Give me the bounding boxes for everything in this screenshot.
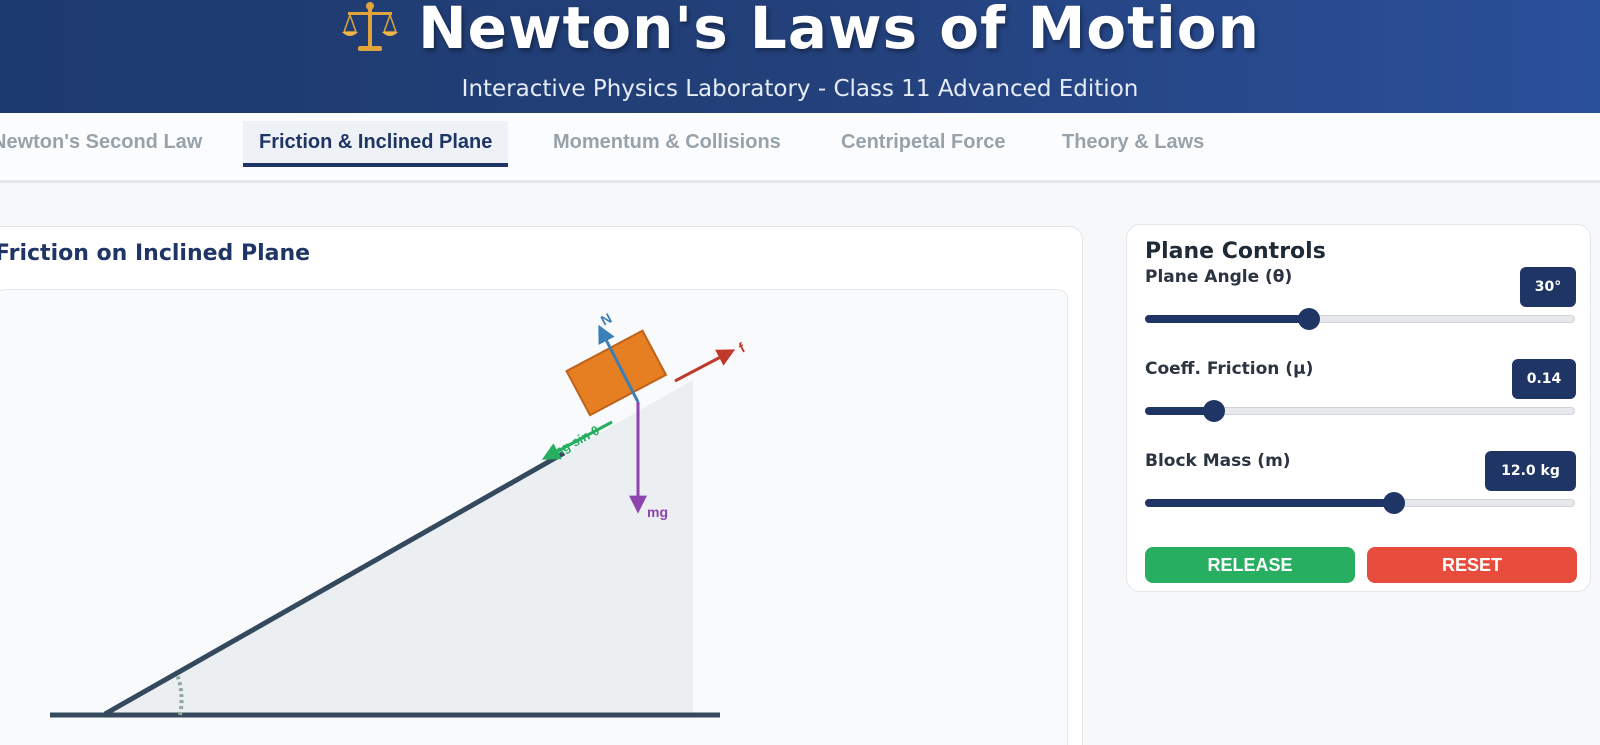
tab-friction-inclined-plane[interactable]: Friction & Inclined Plane [243, 121, 509, 167]
tab-newtons-second-law[interactable]: Newton's Second Law [0, 121, 202, 167]
app-subtitle: Interactive Physics Laboratory - Class 1… [461, 76, 1139, 102]
plane-angle-slider-fill [1145, 315, 1308, 323]
friction-coefficient-value: 0.14 [1512, 359, 1576, 399]
tab-bar: Newton's Second Law Friction & Inclined … [0, 113, 1600, 183]
block-mass-slider[interactable] [1145, 492, 1575, 514]
controls-title: Plane Controls [1145, 239, 1326, 264]
title-row: Newton's Laws of Motion [0, 0, 1600, 68]
friction-coefficient-slider-thumb[interactable] [1203, 400, 1226, 422]
plane-angle-value: 30° [1520, 267, 1576, 307]
block-mass-slider-thumb[interactable] [1383, 492, 1406, 514]
block-mass-value: 12.0 kg [1485, 451, 1576, 491]
plane-angle-label: Plane Angle (θ) [1145, 267, 1293, 287]
friction-force-arrow [674, 349, 736, 383]
simulation-panel: Friction on Inclined Plane N f mg mg sin… [0, 226, 1083, 745]
tab-momentum-collisions[interactable]: Momentum & Collisions [553, 121, 781, 167]
plane-angle-slider[interactable] [1145, 308, 1575, 330]
normal-force-label: N [598, 310, 614, 329]
tab-theory-laws[interactable]: Theory & Laws [1062, 121, 1204, 167]
balance-scale-icon [342, 2, 399, 51]
tab-centripetal-force[interactable]: Centripetal Force [841, 121, 1005, 167]
plane-controls-panel: Plane Controls Plane Angle (θ) 30° Coeff… [1126, 224, 1591, 592]
release-button[interactable]: RELEASE [1145, 547, 1355, 583]
friction-force-label: f [736, 339, 748, 355]
incline-diagram: N f mg mg sin θ [50, 310, 748, 718]
block-mass-label: Block Mass (m) [1145, 451, 1291, 471]
simulation-canvas: N f mg mg sin θ [0, 289, 1068, 745]
reset-button[interactable]: RESET [1367, 547, 1577, 583]
weight-label: mg [647, 504, 668, 520]
block-mass-slider-fill [1145, 499, 1394, 507]
app-header: Newton's Laws of Motion Interactive Phys… [0, 0, 1600, 113]
plane-angle-slider-thumb[interactable] [1297, 308, 1320, 330]
friction-coefficient-label: Coeff. Friction (μ) [1145, 359, 1314, 379]
friction-coefficient-slider[interactable] [1145, 400, 1575, 422]
block [565, 329, 668, 417]
app-title: Newton's Laws of Motion [418, 0, 1260, 62]
